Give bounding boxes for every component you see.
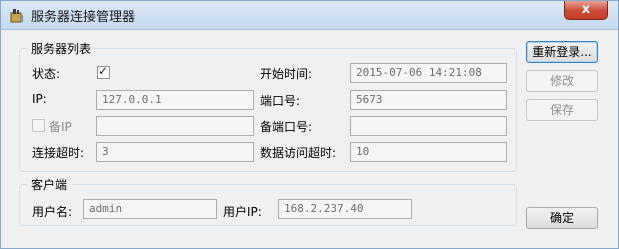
modify-button[interactable]: 修改 xyxy=(526,70,598,92)
connection-timeout-field[interactable]: 3 xyxy=(96,142,254,162)
relogin-button[interactable]: 重新登录... xyxy=(526,41,598,63)
user-ip-field[interactable]: 168.2.237.40 xyxy=(278,199,412,219)
backup-ip-checkbox[interactable] xyxy=(32,119,45,132)
port-field[interactable]: 5673 xyxy=(350,90,507,110)
backup-ip-field[interactable] xyxy=(96,116,254,136)
save-button[interactable]: 保存 xyxy=(526,99,598,121)
start-time-label: 开始时间: xyxy=(260,67,313,81)
status-label: 状态: xyxy=(32,67,61,81)
window-title: 服务器连接管理器 xyxy=(31,10,136,25)
client-group-title: 客户端 xyxy=(28,176,71,193)
connection-timeout-label: 连接超时: xyxy=(32,146,85,160)
title-bar[interactable]: 服务器连接管理器 x xyxy=(1,1,618,30)
ok-button[interactable]: 确定 xyxy=(526,207,598,229)
data-access-timeout-label: 数据访问超时: xyxy=(260,146,337,160)
username-field[interactable]: admin xyxy=(83,199,217,219)
ip-label: IP: xyxy=(32,92,47,106)
status-checkbox[interactable] xyxy=(97,64,110,79)
backup-ip-label: 备IP xyxy=(49,120,72,134)
app-icon xyxy=(10,9,23,23)
dialog-window: 服务器连接管理器 x 服务器列表 状态: 开始时间: 2015-07-06 14… xyxy=(0,0,619,249)
dialog-body: 服务器列表 状态: 开始时间: 2015-07-06 14:21:08 IP: … xyxy=(7,31,612,243)
data-access-timeout-field[interactable]: 10 xyxy=(350,142,507,162)
backup-port-field[interactable] xyxy=(350,116,507,136)
close-icon: x xyxy=(581,2,591,17)
ip-field[interactable]: 127.0.0.1 xyxy=(96,90,254,110)
start-time-field[interactable]: 2015-07-06 14:21:08 xyxy=(350,63,507,83)
username-label: 用户名: xyxy=(32,205,73,219)
close-button[interactable]: x xyxy=(564,1,608,20)
port-label: 端口号: xyxy=(260,94,301,108)
backup-port-label: 备端口号: xyxy=(260,120,313,134)
user-ip-label: 用户IP: xyxy=(223,205,262,219)
server-list-group-title: 服务器列表 xyxy=(28,40,95,57)
